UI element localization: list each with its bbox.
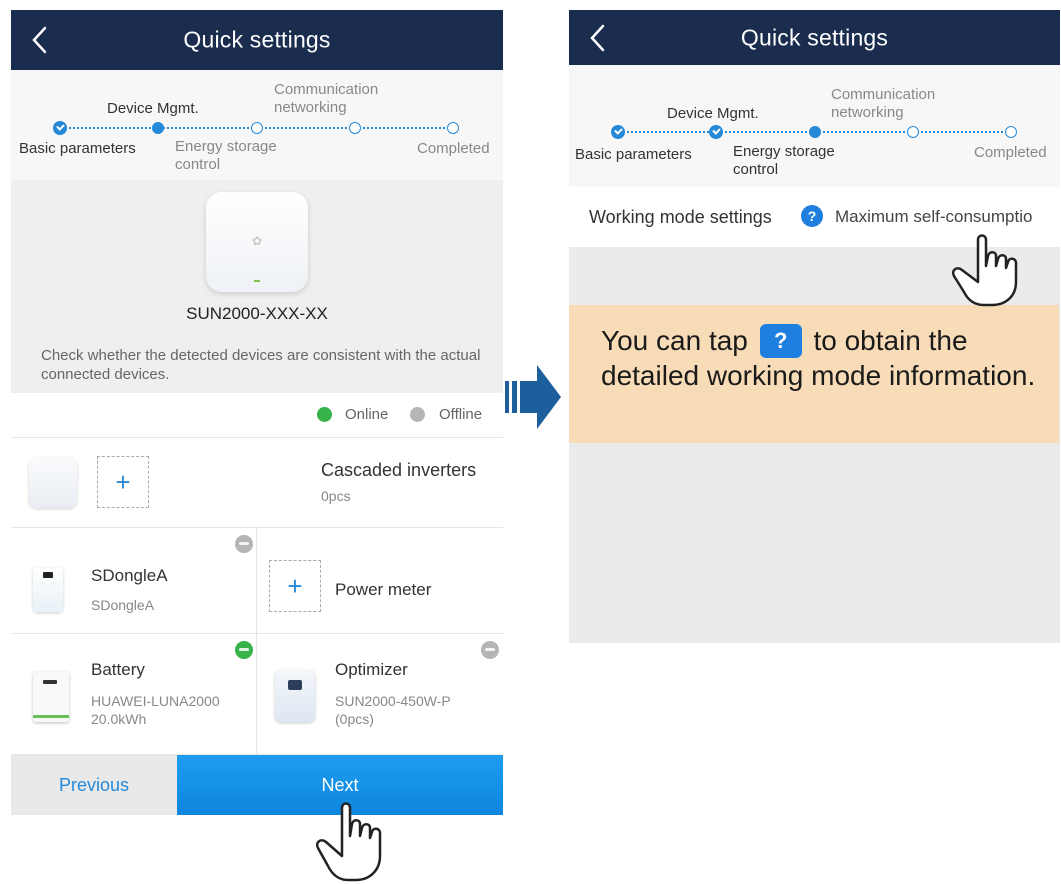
- step-connector: [913, 131, 1011, 133]
- device-name: Optimizer: [335, 660, 408, 679]
- step-done-check-icon: [53, 121, 67, 135]
- step-label: Device Mgmt.: [107, 100, 199, 117]
- app-header: Quick settings: [11, 10, 503, 70]
- inverter-card: ✿ SUN2000-XXX-XX Check whether the detec…: [11, 180, 503, 393]
- step-pending-dot: [1005, 126, 1017, 138]
- step-current-dot: [809, 126, 821, 138]
- step-connector: [355, 127, 453, 129]
- working-mode-label: Working mode settings: [589, 207, 772, 227]
- step-done-check-icon: [709, 125, 723, 139]
- step-connector: [61, 127, 159, 129]
- offline-status-icon: [410, 407, 425, 422]
- page-title: Quick settings: [183, 26, 331, 53]
- step-pending-dot: [447, 122, 459, 134]
- inverter-image: ✿: [206, 192, 308, 292]
- online-legend-label: Online: [345, 406, 389, 423]
- device-tile-power-meter[interactable]: + Power meter: [257, 528, 503, 634]
- add-power-meter-button[interactable]: +: [269, 560, 321, 612]
- inverter-model: SUN2000-XXX-XX: [186, 304, 328, 323]
- plus-icon: +: [115, 467, 131, 497]
- online-status-icon: [235, 641, 253, 659]
- device-model: HUAWEI-LUNA2000 20.0kWh: [91, 693, 220, 727]
- step-label: Device Mgmt.: [667, 105, 759, 122]
- flow-arrow-icon: [505, 365, 561, 429]
- left-phone-screen: Quick settings Basic parameters Device M…: [11, 10, 503, 815]
- help-icon[interactable]: ?: [801, 205, 823, 227]
- offline-status-icon: [481, 641, 499, 659]
- device-name: Battery: [91, 660, 145, 679]
- tip-text: You can tap ? to obtain the detailed wor…: [601, 323, 1041, 393]
- step-label: Basic parameters: [19, 140, 136, 157]
- device-check-hint: Check whether the detected devices are c…: [41, 347, 481, 383]
- bottom-action-bar: Previous Next: [11, 755, 503, 815]
- step-connector: [815, 131, 913, 133]
- status-legend: Online Offline: [11, 393, 503, 438]
- offline-legend-label: Offline: [439, 406, 483, 423]
- step-connector: [717, 131, 815, 133]
- step-pending-dot: [251, 122, 263, 134]
- device-model: SUN2000-450W-P (0pcs): [335, 693, 451, 727]
- cascaded-inverters-title: Cascaded inverters: [321, 460, 477, 480]
- step-label: Completed: [417, 140, 490, 157]
- inverter-led: [254, 280, 260, 282]
- step-label: Communication networking: [274, 81, 379, 116]
- add-cascaded-inverter-button[interactable]: +: [97, 456, 149, 508]
- tap-hand-icon: [316, 802, 382, 882]
- step-pending-dot: [349, 122, 361, 134]
- step-label: Completed: [974, 144, 1047, 161]
- step-label: Basic parameters: [575, 146, 692, 163]
- step-label: Energy storage control: [175, 138, 277, 173]
- device-tile-battery[interactable]: Battery HUAWEI-LUNA2000 20.0kWh: [11, 634, 257, 755]
- inverter-thumbnail: [29, 458, 77, 508]
- device-name: Power meter: [335, 580, 432, 599]
- optimizer-image: [275, 670, 315, 722]
- battery-image: [33, 672, 69, 722]
- device-tile-optimizer[interactable]: Optimizer SUN2000-450W-P (0pcs): [257, 634, 503, 755]
- previous-button[interactable]: Previous: [11, 755, 177, 815]
- step-label: Communication networking: [831, 86, 936, 121]
- huawei-logo-icon: ✿: [251, 234, 263, 248]
- device-tile-sdongle[interactable]: SDongleA SDongleA: [11, 528, 257, 634]
- help-icon: ?: [759, 323, 802, 358]
- online-status-icon: [317, 407, 332, 422]
- tap-hand-icon: [952, 234, 1018, 307]
- page-title: Quick settings: [740, 24, 889, 50]
- cascaded-inverters-row: + Cascaded inverters 0pcs: [11, 438, 503, 528]
- cascaded-inverters-count: 0pcs: [321, 488, 351, 504]
- device-model: SDongleA: [91, 597, 155, 613]
- tip-text-before: You can tap: [601, 325, 748, 356]
- progress-stepper: Basic parameters Device Mgmt. Energy sto…: [569, 65, 1060, 187]
- tip-callout: You can tap ? to obtain the detailed wor…: [569, 305, 1059, 443]
- sdongle-image: [33, 568, 63, 612]
- working-mode-value[interactable]: Maximum self-consumptio: [835, 207, 1060, 227]
- step-pending-dot: [907, 126, 919, 138]
- step-connector: [257, 127, 355, 129]
- progress-stepper: Basic parameters Device Mgmt. Energy sto…: [11, 70, 503, 180]
- offline-status-icon: [235, 535, 253, 553]
- plus-icon: +: [287, 571, 303, 601]
- step-connector: [159, 127, 257, 129]
- step-label: Energy storage control: [733, 143, 835, 178]
- step-connector: [619, 131, 717, 133]
- step-done-check-icon: [611, 125, 625, 139]
- step-current-dot: [152, 122, 164, 134]
- app-header: Quick settings: [569, 10, 1060, 65]
- device-name: SDongleA: [91, 566, 168, 585]
